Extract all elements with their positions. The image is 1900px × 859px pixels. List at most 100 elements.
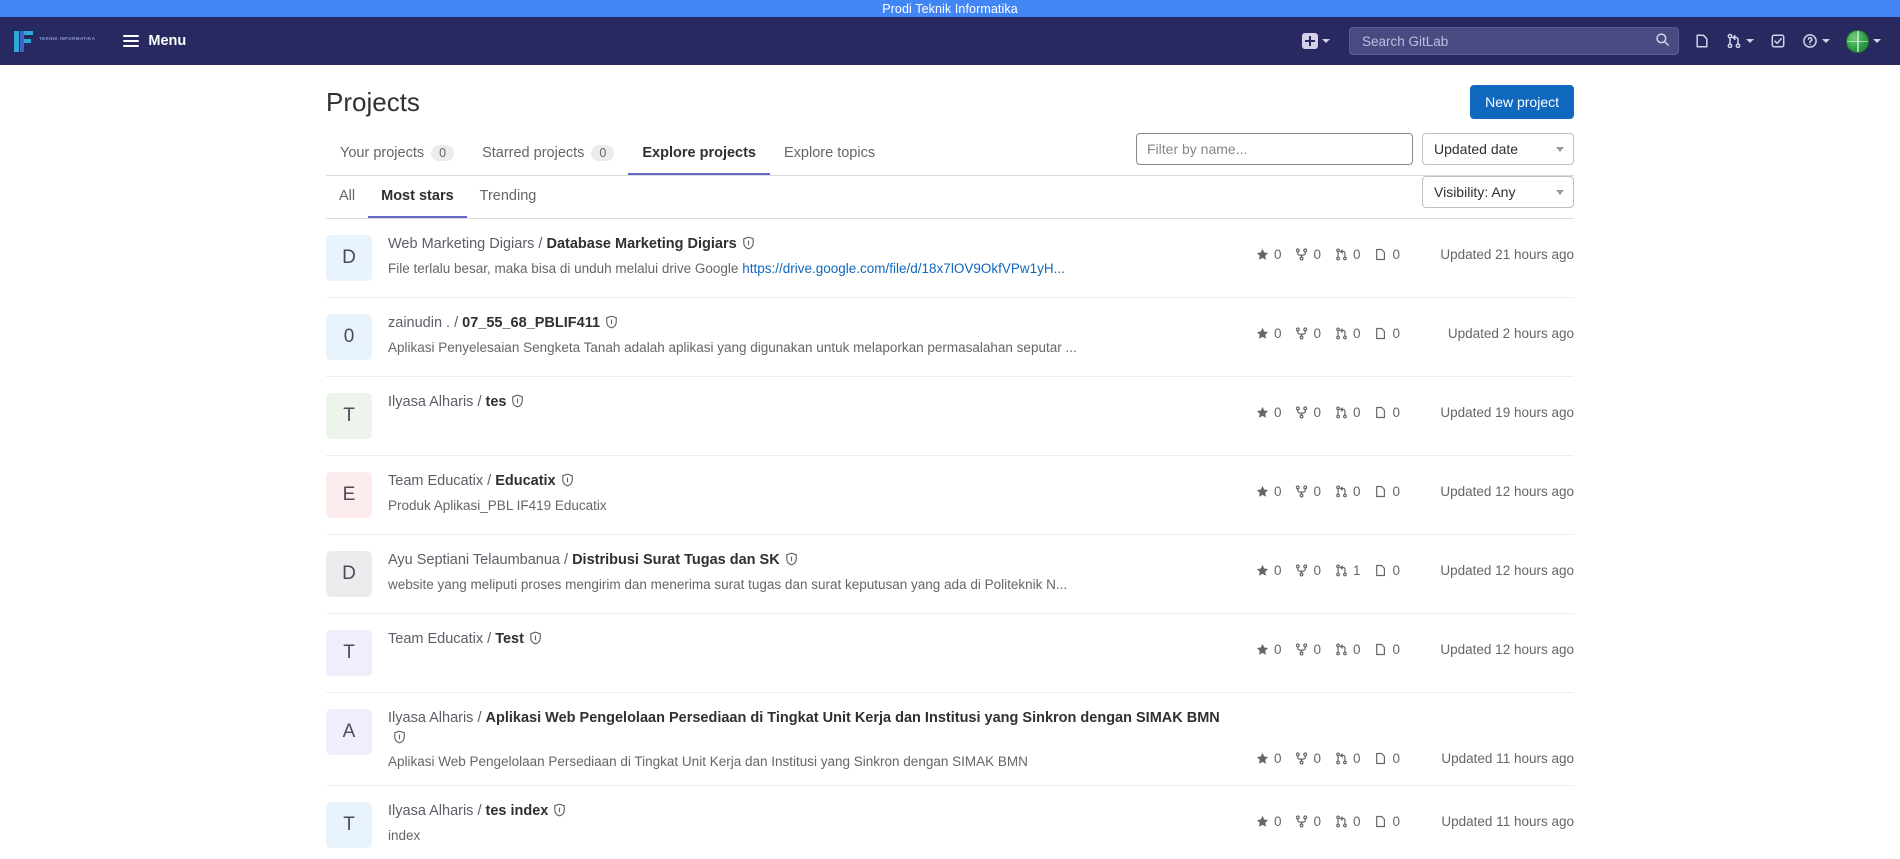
visibility-dropdown[interactable]: Visibility: Any	[1422, 176, 1574, 208]
merge-requests-link[interactable]	[1719, 26, 1761, 56]
stat-issues[interactable]: 0	[1374, 326, 1400, 341]
subtab-trending[interactable]: Trending	[467, 176, 550, 218]
stat-stars[interactable]: 0	[1256, 814, 1281, 829]
project-row[interactable]: T Ilyasa Alharis / tes index index 0 0 0 0 Upda…	[326, 786, 1574, 859]
stat-forks[interactable]: 0	[1295, 642, 1321, 657]
search-icon[interactable]	[1655, 32, 1670, 50]
user-menu-button[interactable]	[1839, 23, 1888, 60]
stat-merge-requests[interactable]: 0	[1335, 247, 1360, 262]
project-row[interactable]: 0 zainudin . / 07_55_68_PBLIF411 Aplikasi …	[326, 298, 1574, 377]
stat-issues[interactable]: 0	[1374, 247, 1400, 262]
private-shield-icon	[785, 552, 798, 573]
project-row[interactable]: T Team Educatix / Test 0 0 0 0 Updated 12 hour…	[326, 614, 1574, 693]
tab-explore-projects[interactable]: Explore projects	[628, 133, 770, 175]
create-new-button[interactable]	[1295, 26, 1337, 56]
stat-forks[interactable]: 0	[1295, 326, 1321, 341]
project-avatar-letter: T	[343, 405, 355, 426]
project-avatar-letter: 0	[343, 326, 355, 347]
project-name: Aplikasi Web Pengelolaan Persediaan di T…	[485, 710, 1220, 726]
stat-issues[interactable]: 0	[1374, 751, 1400, 766]
stat-merge-requests[interactable]: 0	[1335, 751, 1360, 766]
project-description: Aplikasi Penyelesaian Sengketa Tanah ada…	[388, 340, 1236, 355]
stat-issues[interactable]: 0	[1374, 484, 1400, 499]
project-name: 07_55_68_PBLIF411	[462, 315, 601, 331]
project-description: Aplikasi Web Pengelolaan Persediaan di T…	[388, 754, 1236, 769]
project-name: tes	[485, 394, 507, 410]
project-avatar-letter: T	[343, 814, 355, 836]
project-title[interactable]: Team Educatix / Test	[388, 630, 1236, 652]
todos-link[interactable]	[1763, 26, 1793, 56]
stat-forks[interactable]: 0	[1295, 405, 1321, 420]
project-title[interactable]: Ilyasa Alharis / Aplikasi Web Pengelolaa…	[388, 709, 1236, 750]
stat-forks[interactable]: 0	[1295, 814, 1321, 829]
merge-request-icon	[1336, 815, 1347, 828]
stat-stars[interactable]: 0	[1256, 247, 1281, 262]
stat-merge-requests[interactable]: 0	[1335, 814, 1360, 829]
stat-stars[interactable]: 0	[1256, 484, 1281, 499]
sort-dropdown[interactable]: Updated date	[1422, 133, 1574, 165]
star-icon	[1256, 643, 1269, 655]
stat-merge-requests[interactable]: 0	[1335, 405, 1361, 420]
stat-stars[interactable]: 0	[1256, 405, 1281, 420]
subtab-most-stars[interactable]: Most stars	[368, 176, 467, 218]
search-input-wrapper[interactable]	[1349, 27, 1679, 55]
stat-stars[interactable]: 0	[1256, 751, 1281, 766]
project-main: Ilyasa Alharis / Aplikasi Web Pengelolaa…	[388, 709, 1256, 769]
project-stats: 0 0 1 0	[1256, 551, 1400, 578]
stat-merge-requests[interactable]: 0	[1335, 484, 1360, 499]
stat-stars[interactable]: 0	[1256, 563, 1281, 578]
merge-request-icon	[1336, 485, 1347, 498]
project-row[interactable]: E Team Educatix / Educatix Produk Aplikasi…	[326, 456, 1574, 535]
project-row[interactable]: A Ilyasa Alharis / Aplikasi Web Pengelola…	[326, 693, 1574, 787]
project-title[interactable]: Team Educatix / Educatix	[388, 472, 1236, 494]
tab-starred-projects[interactable]: Starred projects 0	[468, 133, 628, 175]
tab-explore-topics[interactable]: Explore topics	[770, 133, 889, 175]
stat-forks-count: 0	[1313, 247, 1321, 262]
issues-link[interactable]	[1687, 26, 1717, 56]
project-stats: 0 0 0 0	[1256, 802, 1400, 829]
issue-icon	[1376, 485, 1386, 498]
help-circle-icon	[1803, 34, 1817, 48]
stat-issues[interactable]: 0	[1374, 405, 1400, 420]
stat-stars[interactable]: 0	[1256, 642, 1281, 657]
fork-icon	[1296, 752, 1308, 765]
brand-logo-link[interactable]: TEKNIK INFORMATIKA	[14, 30, 95, 52]
stat-issues[interactable]: 0	[1374, 642, 1400, 657]
help-button[interactable]	[1795, 26, 1837, 56]
search-input[interactable]	[1360, 32, 1655, 50]
project-description-link[interactable]: https://drive.google.com/file/d/18x7lOV9…	[742, 261, 1065, 276]
new-project-button[interactable]: New project	[1470, 85, 1574, 119]
project-namespace: Team Educatix /	[388, 631, 496, 647]
stat-merge-requests[interactable]: 0	[1335, 326, 1360, 341]
stat-stars[interactable]: 0	[1256, 326, 1281, 341]
project-title[interactable]: Ilyasa Alharis / tes	[388, 393, 1236, 415]
project-title[interactable]: Ayu Septiani Telaumbanua / Distribusi Su…	[388, 551, 1236, 573]
stat-forks[interactable]: 0	[1295, 247, 1321, 262]
stat-forks[interactable]: 0	[1295, 563, 1321, 578]
subtab-all[interactable]: All	[326, 176, 368, 218]
main-menu-button[interactable]: Menu	[115, 27, 194, 55]
filter-by-name-input[interactable]	[1136, 133, 1413, 165]
stat-issues[interactable]: 0	[1374, 814, 1400, 829]
star-icon	[1256, 327, 1269, 339]
stat-issues-count: 0	[1392, 326, 1400, 341]
stat-forks[interactable]: 0	[1295, 751, 1321, 766]
stat-merge-requests[interactable]: 0	[1335, 642, 1360, 657]
stat-merge-requests-count: 0	[1352, 405, 1361, 420]
page-header: Projects New project	[326, 65, 1574, 133]
project-title[interactable]: zainudin . / 07_55_68_PBLIF411	[388, 314, 1236, 336]
project-title[interactable]: Web Marketing Digiars / Database Marketi…	[388, 235, 1236, 257]
project-avatar: D	[326, 235, 372, 281]
project-title[interactable]: Ilyasa Alharis / tes index	[388, 802, 1236, 824]
project-avatar-letter: A	[342, 721, 356, 742]
project-name: Educatix	[495, 473, 556, 489]
project-description: website yang meliputi proses mengirim da…	[388, 577, 1236, 592]
stat-issues-count: 0	[1392, 247, 1400, 262]
stat-merge-requests[interactable]: 1	[1335, 563, 1360, 578]
tab-your-projects[interactable]: Your projects 0	[326, 133, 468, 175]
project-row[interactable]: T Ilyasa Alharis / tes 0 0 0 0 Updated 19 hour…	[326, 377, 1574, 456]
project-row[interactable]: D Web Marketing Digiars / Database Market…	[326, 219, 1574, 298]
project-row[interactable]: D Ayu Septiani Telaumbanua / Distribusi S…	[326, 535, 1574, 614]
stat-forks[interactable]: 0	[1295, 484, 1321, 499]
stat-issues[interactable]: 0	[1374, 563, 1400, 578]
